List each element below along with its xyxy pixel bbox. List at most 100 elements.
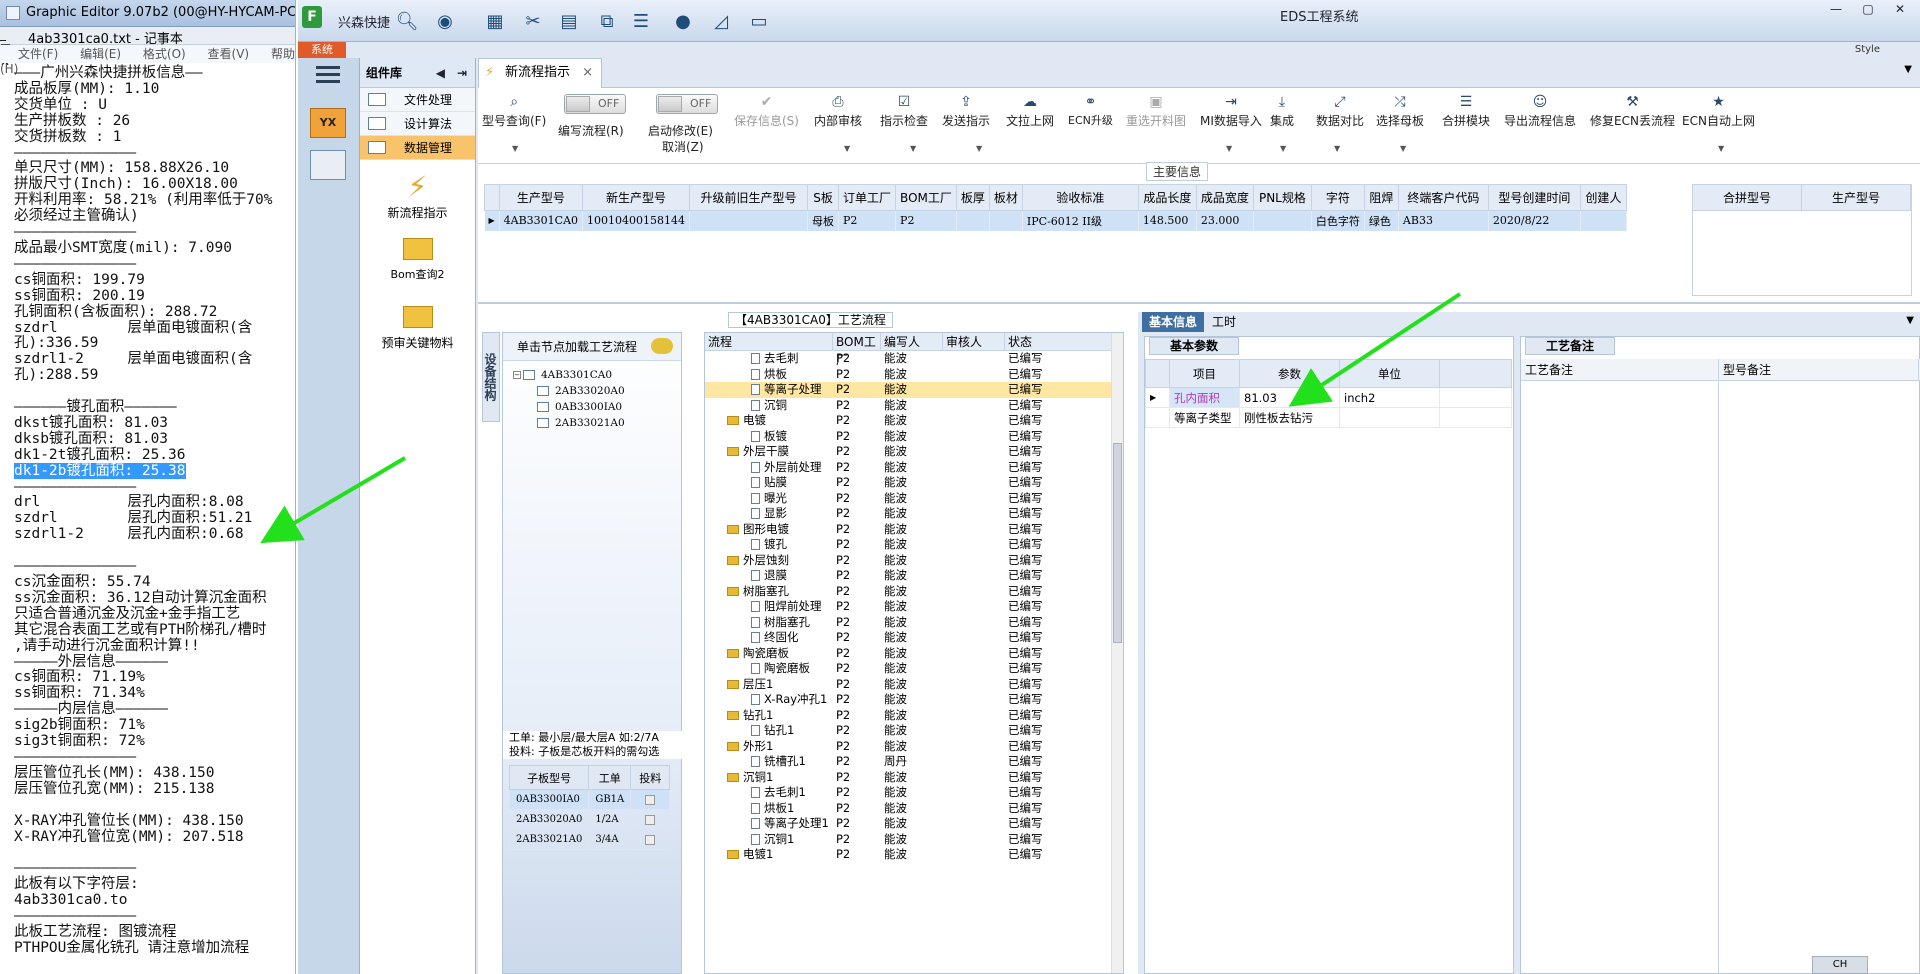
col-header[interactable]: PNL规格 — [1252, 184, 1312, 211]
col-header[interactable]: 参数 — [1239, 359, 1340, 388]
col-header[interactable]: 成品宽度 — [1195, 184, 1254, 211]
tool-pre-review[interactable]: 预审关键物料 — [360, 306, 475, 364]
yx-factory-icon[interactable]: YX — [310, 108, 346, 138]
col-header[interactable]: 流程 — [705, 333, 833, 350]
col-header[interactable]: 创建人 — [1579, 184, 1627, 211]
chevron-down-icon[interactable]: ▼ — [844, 144, 850, 153]
cell[interactable]: 刚性板去钻污 — [1239, 407, 1340, 428]
data-compare-button[interactable]: ⤢ 数据对比 — [1316, 94, 1364, 129]
collapse-left-icon[interactable]: ◀ — [436, 58, 445, 88]
globe-icon[interactable]: ◉ — [432, 8, 458, 34]
col-header[interactable]: 新生产型号 — [582, 184, 691, 211]
flow-row[interactable]: 树脂塞孔 P2 能波 已编写 — [705, 615, 1123, 631]
calculator-icon[interactable] — [310, 150, 346, 180]
feed-checkbox[interactable] — [645, 834, 656, 845]
pin-icon[interactable]: ⇥ — [457, 58, 467, 88]
flow-row[interactable]: 等离子处理1 P2 能波 已编写 — [705, 816, 1123, 832]
send-instruction-button[interactable]: ⇪ 发送指示 — [942, 94, 990, 129]
col-header[interactable]: 板材 — [988, 184, 1023, 211]
style-label[interactable]: Style — [1855, 44, 1880, 55]
feed-checkbox[interactable] — [645, 814, 656, 825]
chat-icon[interactable] — [651, 338, 673, 354]
table-row[interactable]: 0AB3300IA0 GB1A — [508, 789, 671, 810]
library-item-design[interactable]: 设计算法 — [360, 112, 475, 136]
tree-node[interactable]: 2AB33020A0 — [537, 385, 625, 397]
internal-review-button[interactable]: ⎙ 内部审核 — [814, 94, 862, 129]
col-header[interactable]: 终端客户代码 — [1397, 184, 1489, 211]
chevron-down-icon[interactable]: ▼ — [910, 144, 916, 153]
flow-row[interactable]: 铣槽孔1 P2 周丹 已编写 — [705, 754, 1123, 770]
flow-row[interactable]: 显影 P2 能波 已编写 — [705, 506, 1123, 522]
model-query-button[interactable]: ⌕ 型号查询(F) — [482, 94, 546, 129]
tool-bom-query[interactable]: Bom查询2 — [360, 238, 475, 296]
chevron-down-icon[interactable]: ▼ — [1280, 144, 1286, 153]
tool-new-flow[interactable]: ⚡ 新流程指示 — [360, 170, 475, 228]
scissors-icon[interactable]: ✂ — [520, 8, 546, 34]
craft-note-textarea[interactable] — [1521, 381, 1719, 973]
tab-basic-params[interactable]: 基本参数 — [1149, 337, 1239, 355]
chevron-down-icon[interactable]: ▼ — [1334, 144, 1340, 153]
flow-row[interactable]: X-Ray冲孔1 P2 能波 已编写 — [705, 692, 1123, 708]
menu-format[interactable]: 格式(O) — [143, 47, 186, 61]
flow-row[interactable]: 烘板 P2 能波 已编写 — [705, 367, 1123, 383]
flow-row[interactable]: 钻孔1 P2 能波 已编写 — [705, 708, 1123, 724]
col-header[interactable]: 验收标准 — [1021, 184, 1139, 211]
ime-indicator[interactable]: CH — [1812, 956, 1868, 974]
chevron-down-icon[interactable]: ▼ — [1226, 144, 1232, 153]
library-item-data[interactable]: 数据管理 — [360, 136, 475, 160]
col-header[interactable]: 状态 — [1005, 333, 1113, 350]
eds-minimize-button[interactable]: — — [1822, 2, 1850, 18]
menu-edit[interactable]: 编辑(E) — [80, 47, 121, 61]
col-header[interactable]: BOM工厂 — [833, 333, 881, 367]
start-modify-toggle[interactable]: OFF — [656, 94, 720, 116]
save-info-button[interactable]: ✔ 保存信息(S) — [734, 94, 799, 129]
flow-row[interactable]: 去毛刺1 P2 能波 已编写 — [705, 785, 1123, 801]
flow-row[interactable]: 板镀 P2 能波 已编写 — [705, 429, 1123, 445]
reselect-cut-button[interactable]: ▣ 重选开料图 — [1126, 94, 1186, 129]
row-selector[interactable]: ▶ — [484, 210, 500, 231]
flow-row[interactable]: 烘板1 P2 能波 已编写 — [705, 801, 1123, 817]
upload-doc-button[interactable]: ☁ 文拉上网 — [1006, 94, 1054, 129]
edit-flow-toggle[interactable]: OFF — [564, 94, 628, 116]
col-header[interactable]: 字符 — [1310, 184, 1365, 211]
col-header[interactable]: 订单工厂 — [838, 184, 897, 211]
copy-icon[interactable]: ⧉ — [594, 8, 620, 34]
flow-row[interactable]: 退膜 P2 能波 已编写 — [705, 568, 1123, 584]
menu-view[interactable]: 查看(V) — [208, 47, 250, 61]
tab-dropdown-icon[interactable]: ▼ — [1904, 64, 1912, 75]
flow-row[interactable]: 沉铜1 P2 能波 已编写 — [705, 832, 1123, 848]
model-note-textarea[interactable] — [1719, 381, 1919, 973]
tab-basic-info[interactable]: 基本信息 — [1142, 312, 1204, 332]
ecn-auto-upload-button[interactable]: ★ ECN自动上网 — [1682, 94, 1755, 129]
flow-row[interactable]: 陶瓷磨板 P2 能波 已编写 — [705, 661, 1123, 677]
select-master-button[interactable]: ⤮ 选择母板 — [1376, 94, 1424, 129]
menu-icon[interactable] — [316, 66, 340, 84]
tab-new-flow[interactable]: ⚡ 新流程指示 × — [478, 58, 602, 88]
col-header[interactable]: 升级前旧生产型号 — [689, 184, 809, 211]
eds-maximize-button[interactable]: ▢ — [1854, 2, 1882, 18]
col-header[interactable]: 工单 — [588, 765, 632, 790]
col-header[interactable]: 子板型号 — [508, 765, 590, 790]
col-header[interactable]: BOM工厂 — [895, 184, 957, 211]
export-flow-button[interactable]: ☺ 导出流程信息 — [1504, 94, 1576, 129]
table-row[interactable]: 2AB33021A0 3/4A — [508, 829, 671, 850]
col-header[interactable]: 板厚 — [955, 184, 990, 211]
flow-row[interactable]: 电镀 P2 能波 已编写 — [705, 413, 1123, 429]
flow-row[interactable]: 贴膜 P2 能波 已编写 — [705, 475, 1123, 491]
search-icon[interactable]: 🔍︎ — [394, 8, 420, 34]
table-row[interactable]: 等离子类型 刚性板去钻污 — [1145, 407, 1512, 428]
notepad-text-area[interactable]: ———广州兴森快捷拼板信息—— 成品板厚(MM): 1.10 交货单位 : U … — [14, 65, 294, 957]
tab-equipment-structure[interactable]: 设备结构 — [482, 332, 500, 422]
flow-row[interactable]: 钻孔1 P2 能波 已编写 — [705, 723, 1123, 739]
col-header[interactable]: 编写人 — [881, 333, 943, 350]
chevron-down-icon[interactable]: ▼ — [1400, 144, 1406, 153]
chart-icon[interactable]: ◿ — [708, 8, 734, 34]
col-header[interactable]: 生产型号 — [1802, 185, 1911, 210]
table-row[interactable]: ▶ 4AB3301CA0 10010400158144 母板 P2 P2 IPC-6012 … — [484, 210, 1627, 231]
list-icon[interactable]: ☰ — [628, 8, 654, 34]
table-row[interactable]: ▶ 孔内面积 81.03 inch2 — [1145, 387, 1512, 408]
tree-node[interactable]: 0AB3300IA0 — [537, 401, 622, 413]
table-row[interactable]: 2AB33020A0 1/2A — [508, 809, 671, 830]
fix-ecn-button[interactable]: ⚒ 修复ECN丢流程 — [1590, 94, 1675, 129]
integrate-button[interactable]: ⤓ 集成 — [1270, 94, 1294, 129]
